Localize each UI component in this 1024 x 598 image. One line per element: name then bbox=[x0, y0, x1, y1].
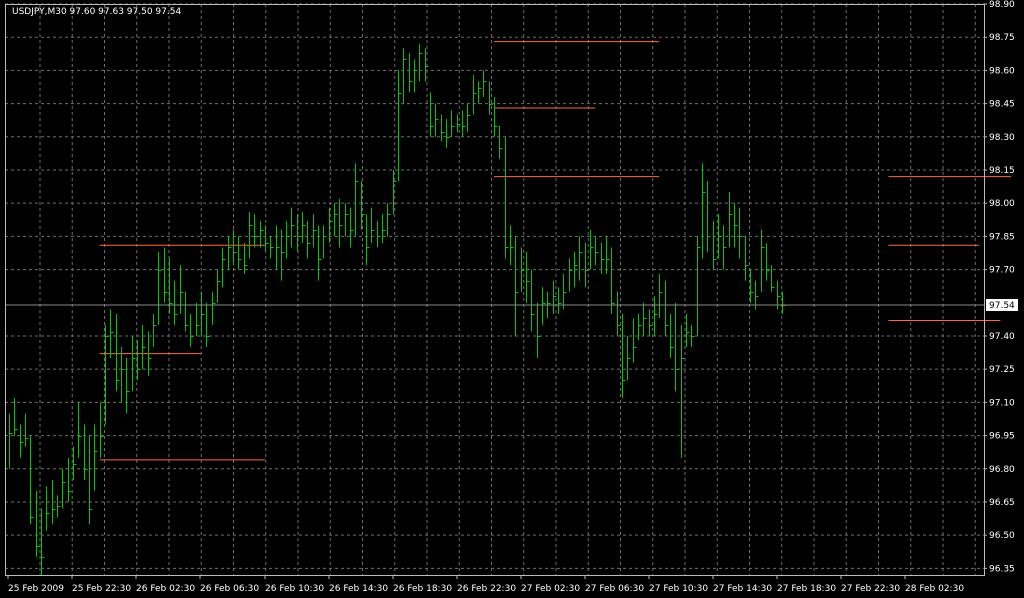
time-tick-label: 25 Feb 2009 bbox=[8, 584, 64, 594]
time-tick-label: 25 Feb 22:30 bbox=[72, 584, 131, 594]
time-tick-label: 27 Feb 18:30 bbox=[777, 584, 836, 594]
current-price-tag-label: 97.54 bbox=[989, 301, 1015, 311]
time-tick-label: 27 Feb 14:30 bbox=[713, 584, 772, 594]
price-chart[interactable]: 98.90 98.75 98.60 98.45 98.30 98.15 98.00 97.85… bbox=[0, 0, 1024, 594]
price-tick-label: 97.10 bbox=[989, 398, 1015, 408]
time-tick-label: 26 Feb 22:30 bbox=[457, 584, 516, 594]
price-tick-label: 98.75 bbox=[989, 33, 1015, 43]
price-tick-label: 96.80 bbox=[989, 465, 1015, 475]
time-tick-label: 26 Feb 06:30 bbox=[200, 584, 259, 594]
time-tick-label: 26 Feb 02:30 bbox=[136, 584, 195, 594]
price-tick-label: 98.15 bbox=[989, 166, 1015, 176]
price-tick-label: 98.45 bbox=[989, 100, 1015, 110]
price-tick-label: 98.90 bbox=[989, 0, 1015, 10]
time-tick-label: 27 Feb 06:30 bbox=[585, 584, 644, 594]
chart-window[interactable]: 98.90 98.75 98.60 98.45 98.30 98.15 98.00 97.85… bbox=[0, 0, 1024, 594]
time-tick-label: 26 Feb 18:30 bbox=[393, 584, 452, 594]
time-tick-label: 28 Feb 02:30 bbox=[905, 584, 964, 594]
price-tick-label: 97.40 bbox=[989, 332, 1015, 342]
price-tick-label: 97.25 bbox=[989, 365, 1015, 375]
chart-background bbox=[0, 0, 1024, 594]
price-tick-label: 96.35 bbox=[989, 564, 1015, 574]
price-tick-label: 96.95 bbox=[989, 432, 1015, 442]
time-tick-label: 26 Feb 10:30 bbox=[265, 584, 324, 594]
current-price-tag: 97.54 bbox=[986, 298, 1018, 311]
time-tick-label: 27 Feb 02:30 bbox=[521, 584, 580, 594]
symbol-header: USDJPY,M30 97.60 97.63 97.50 97.54 bbox=[12, 7, 181, 17]
price-tick-label: 96.65 bbox=[989, 498, 1015, 508]
time-tick-label: 27 Feb 22:30 bbox=[841, 584, 900, 594]
price-tick-label: 98.60 bbox=[989, 66, 1015, 76]
price-tick-label: 96.50 bbox=[989, 531, 1015, 541]
time-tick-label: 26 Feb 14:30 bbox=[329, 584, 388, 594]
price-tick-label: 97.85 bbox=[989, 232, 1015, 242]
price-tick-label: 98.30 bbox=[989, 133, 1015, 143]
time-tick-label: 27 Feb 10:30 bbox=[649, 584, 708, 594]
price-tick-label: 97.70 bbox=[989, 266, 1015, 276]
price-tick-label: 98.00 bbox=[989, 199, 1015, 209]
